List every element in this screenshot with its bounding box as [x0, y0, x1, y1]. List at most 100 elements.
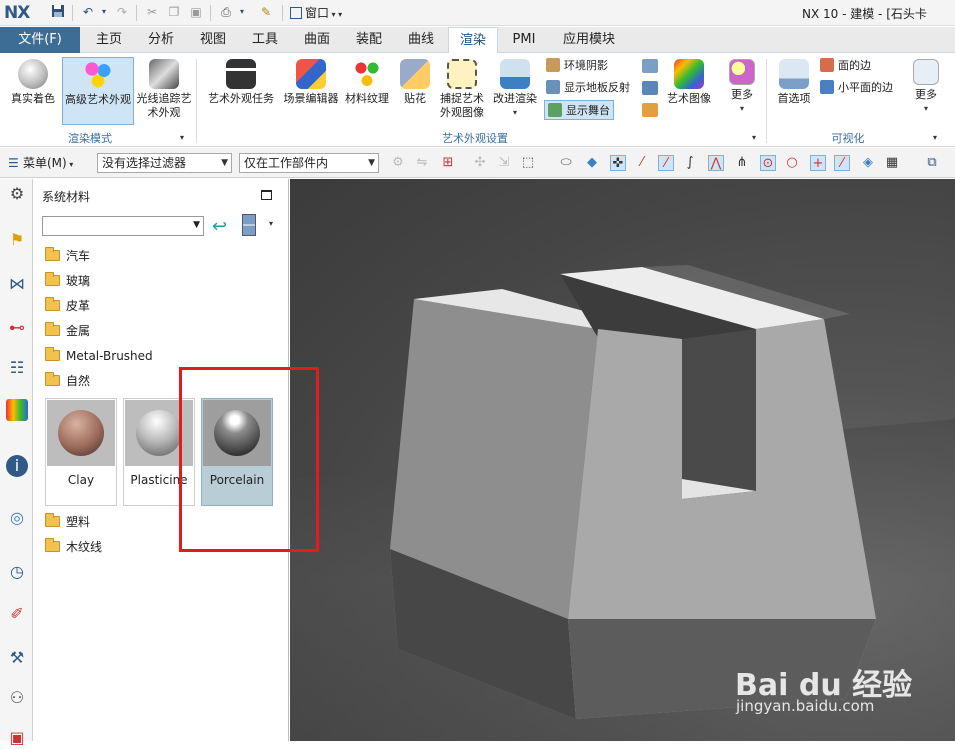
chevron-down-icon[interactable]: ▾: [933, 133, 937, 142]
view-box-icon[interactable]: ⬭: [558, 155, 574, 171]
graphics-window[interactable]: [290, 179, 955, 741]
view-icon[interactable]: ⧉: [924, 155, 940, 171]
tab-tools[interactable]: 工具: [242, 27, 288, 53]
more-art-settings-button[interactable]: 更多 ▾: [722, 57, 762, 125]
folder-natural[interactable]: 自然: [45, 371, 90, 391]
curve-point-icon[interactable]: ∫: [682, 155, 698, 171]
tab-home[interactable]: 主页: [86, 27, 132, 53]
select-bodies-icon[interactable]: ⇋: [414, 155, 430, 171]
selection-filter-dropdown[interactable]: 没有选择过滤器 ▼: [97, 153, 232, 173]
camera-icon[interactable]: [642, 59, 658, 73]
constraint-navigator-icon[interactable]: ⋈: [6, 273, 28, 295]
layout-icon[interactable]: ▣: [6, 727, 28, 747]
chevron-down-icon[interactable]: ▾: [234, 4, 250, 20]
web-browser-icon[interactable]: ◎: [6, 507, 28, 529]
snap-icon[interactable]: ✣: [472, 155, 488, 171]
select-features-icon[interactable]: ⚙: [390, 155, 406, 171]
folder-wood-grain[interactable]: 木纹线: [45, 537, 102, 557]
redo-icon[interactable]: ↷: [114, 4, 130, 20]
ambient-shadow-toggle[interactable]: 环境阴影: [546, 56, 608, 76]
window-menu[interactable]: 窗口 ▾ ▾: [290, 3, 342, 23]
folder-open-icon: [45, 372, 60, 386]
intersection-icon[interactable]: ⋔: [734, 155, 750, 171]
tab-surface[interactable]: 曲面: [294, 27, 340, 53]
return-icon[interactable]: ↩: [212, 216, 227, 237]
touch-mode-icon[interactable]: ✎: [258, 4, 274, 20]
tab-assembly[interactable]: 装配: [346, 27, 392, 53]
tab-file[interactable]: 文件(F): [0, 27, 80, 53]
material-texture-button[interactable]: 材料纹理: [344, 57, 390, 125]
undo-icon[interactable]: ↶: [80, 4, 96, 20]
preferences-button[interactable]: 首选项: [772, 57, 816, 125]
point-on-face-icon[interactable]: ◈: [860, 155, 876, 171]
control-point-icon[interactable]: ⋀: [708, 155, 724, 171]
tab-pmi[interactable]: PMI: [502, 27, 546, 53]
tab-application[interactable]: 应用模块: [552, 27, 626, 53]
tab-analysis[interactable]: 分析: [138, 27, 184, 53]
rectangle-select-icon[interactable]: ⬚: [520, 155, 536, 171]
chevron-down-icon[interactable]: ▾: [96, 4, 112, 20]
part-navigator-icon[interactable]: ⊷: [6, 317, 28, 339]
paste-icon[interactable]: ▣: [188, 4, 204, 20]
tab-render[interactable]: 渲染: [448, 27, 498, 53]
ray-traced-studio-button[interactable]: 光线追踪艺术外观: [136, 57, 192, 125]
folder-glass[interactable]: 玻璃: [45, 271, 90, 291]
folder-plastic[interactable]: 塑料: [45, 512, 90, 532]
folder-metal-brushed[interactable]: Metal-Brushed: [45, 346, 153, 366]
save-icon[interactable]: [50, 4, 66, 20]
deselect-icon[interactable]: ⇲: [496, 155, 512, 171]
folder-icon: [45, 513, 60, 527]
folder-automotive[interactable]: 汽车: [45, 246, 90, 266]
history-clock-icon[interactable]: ◷: [6, 561, 28, 583]
art-image-button[interactable]: 艺术图像: [664, 57, 714, 125]
gear-icon[interactable]: ⚙: [6, 183, 28, 205]
copy-icon[interactable]: ❐: [166, 4, 182, 20]
assembly-navigator-icon[interactable]: ⚑: [6, 229, 28, 251]
more-visualize-button[interactable]: 更多 ▾: [906, 57, 946, 125]
endpoint-icon[interactable]: ⁄: [634, 155, 650, 171]
process-studio-icon[interactable]: ⚒: [6, 647, 28, 669]
show-stage-toggle[interactable]: 显示舞台: [544, 100, 614, 120]
history-icon[interactable]: ☷: [6, 357, 28, 379]
chevron-down-icon[interactable]: ▾: [180, 133, 184, 142]
improve-render-button[interactable]: 改进渲染 ▾: [490, 57, 540, 125]
view-mode-icon[interactable]: [242, 214, 256, 236]
light-icon[interactable]: [642, 81, 658, 95]
material-search-dropdown[interactable]: ▼: [42, 216, 204, 236]
folder-metal[interactable]: 金属: [45, 321, 90, 341]
filter-icon[interactable]: ⊞: [440, 155, 456, 171]
print-icon[interactable]: ⎙: [218, 4, 234, 20]
advanced-studio-button[interactable]: 高级艺术外观: [62, 57, 134, 125]
tab-view[interactable]: 视图: [190, 27, 236, 53]
system-materials-icon[interactable]: ✐: [6, 603, 28, 625]
snap-grid-icon[interactable]: ✜: [610, 155, 626, 171]
cut-icon[interactable]: ✂: [144, 4, 160, 20]
material-tile-clay[interactable]: Clay: [45, 398, 117, 506]
chevron-down-icon[interactable]: ▾: [269, 219, 273, 228]
scene-editor-button[interactable]: 场景编辑器: [280, 57, 342, 125]
selection-scope-dropdown[interactable]: 仅在工作部件内 ▼: [239, 153, 379, 173]
existing-point-icon[interactable]: +: [810, 155, 826, 171]
folder-leather[interactable]: 皮革: [45, 296, 90, 316]
decal-button[interactable]: 贴花: [396, 57, 434, 125]
point-on-curve-icon[interactable]: ⁄: [834, 155, 850, 171]
arc-center-icon[interactable]: ⊙: [760, 155, 776, 171]
midpoint-icon[interactable]: ⁄: [658, 155, 674, 171]
reuse-library-icon[interactable]: [6, 399, 28, 421]
info-icon[interactable]: i: [6, 455, 28, 477]
grid-icon[interactable]: ▦: [884, 155, 900, 171]
menu-button[interactable]: ☰ 菜单(M) ▾: [8, 154, 73, 171]
floor-reflection-toggle[interactable]: 显示地板反射: [546, 78, 630, 98]
chevron-down-icon[interactable]: ▾: [752, 133, 756, 142]
palette-icon[interactable]: [642, 103, 658, 117]
studio-task-button[interactable]: 艺术外观任务: [204, 57, 278, 125]
tab-curve[interactable]: 曲线: [398, 27, 444, 53]
cube-icon[interactable]: ◆: [584, 155, 600, 171]
face-edges-toggle[interactable]: 面的边: [820, 56, 871, 76]
facet-edges-toggle[interactable]: 小平面的边: [820, 78, 893, 98]
maximize-icon[interactable]: [261, 190, 272, 200]
true-shading-button[interactable]: 真实着色: [4, 57, 62, 125]
capture-studio-image-button[interactable]: 捕捉艺术外观图像: [436, 57, 488, 125]
quadrant-icon[interactable]: ○: [784, 155, 800, 171]
roles-icon[interactable]: ⚇: [6, 687, 28, 709]
